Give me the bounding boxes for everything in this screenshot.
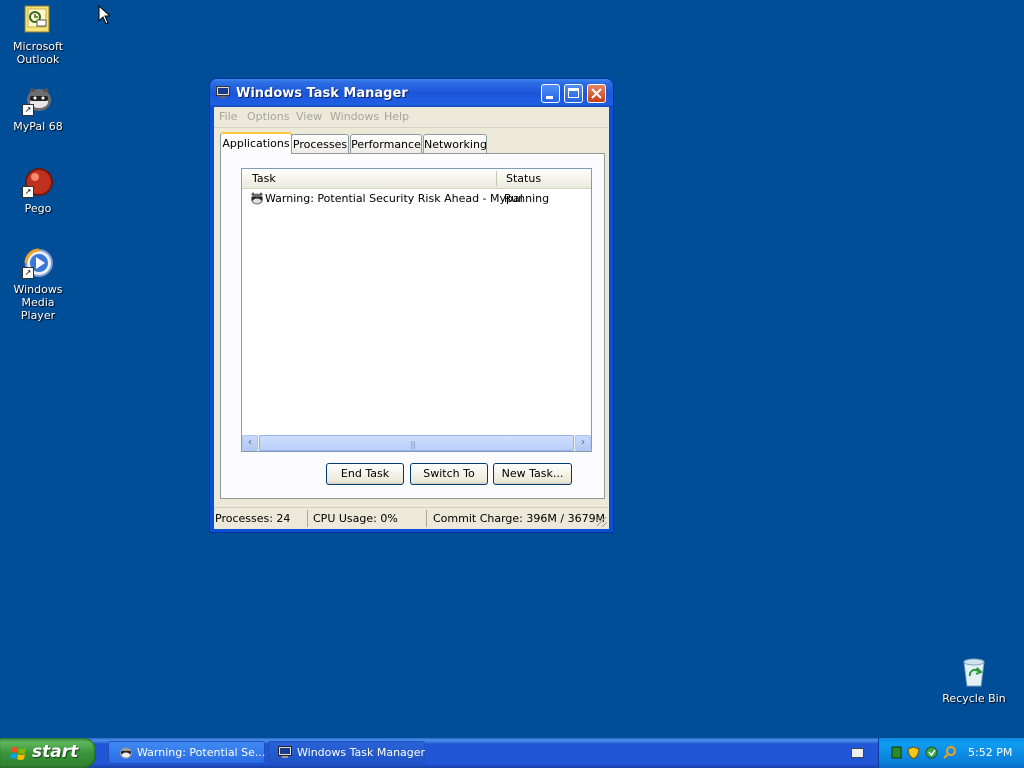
taskbar-button-mypal[interactable]: Warning: Potential Se... xyxy=(108,741,265,764)
desktop-icon-label: Outlook xyxy=(16,53,60,66)
grip-icon: ||| xyxy=(410,440,416,449)
column-header-status[interactable]: Status xyxy=(506,172,541,185)
taskbar-button-task-manager[interactable]: Windows Task Manager xyxy=(268,741,425,764)
desktop-icon-outlook[interactable]: Microsoft Outlook xyxy=(0,4,78,66)
column-separator[interactable] xyxy=(496,171,497,186)
chevron-right-icon: › xyxy=(581,437,585,448)
shortcut-arrow-icon: ↗ xyxy=(22,267,34,279)
list-header: Task Status xyxy=(242,169,591,189)
taskbar-button-label: Warning: Potential Se... xyxy=(137,746,265,759)
windows-media-player-icon: ↗ xyxy=(22,247,54,279)
menu-view[interactable]: View xyxy=(296,110,322,123)
desktop-icon-mypal[interactable]: ↗ MyPal 68 xyxy=(0,84,78,133)
status-processes: Processes: 24 xyxy=(215,512,291,525)
security-shield-icon[interactable] xyxy=(907,746,920,760)
status-divider xyxy=(307,510,308,527)
language-bar-keyboard-icon[interactable] xyxy=(851,748,864,758)
chevron-left-icon: ‹ xyxy=(248,437,252,448)
status-divider xyxy=(426,510,427,527)
menu-help[interactable]: Help xyxy=(384,110,409,123)
maximize-button[interactable] xyxy=(564,84,583,103)
desktop-icon-recycle-bin[interactable]: Recycle Bin xyxy=(934,656,1014,705)
window-title: Windows Task Manager xyxy=(236,86,408,101)
outlook-icon xyxy=(22,4,54,36)
tab-applications[interactable]: Applications xyxy=(220,132,292,154)
status-commit-charge: Commit Charge: 396M / 3679M xyxy=(433,512,606,525)
status-cpu-usage: CPU Usage: 0% xyxy=(313,512,398,525)
window-client-area: File Options View Windows Help Applicati… xyxy=(214,107,609,529)
scrollbar-thumb[interactable]: ||| xyxy=(259,435,574,451)
mypal-raccoon-icon xyxy=(248,191,264,209)
column-header-task[interactable]: Task xyxy=(252,172,276,185)
title-bar[interactable]: Windows Task Manager xyxy=(210,79,613,107)
windows-logo-icon xyxy=(10,745,26,761)
task-status: Running xyxy=(504,192,550,205)
applications-panel: Task Status Warning: Potential Security … xyxy=(220,153,605,499)
mypal-raccoon-icon: ↗ xyxy=(22,84,54,116)
task-name: Warning: Potential Security Risk Ahead -… xyxy=(265,192,523,205)
recycle-bin-icon xyxy=(958,656,990,688)
start-button[interactable]: start xyxy=(0,738,96,768)
update-icon[interactable] xyxy=(925,746,938,759)
minimize-icon xyxy=(546,96,553,99)
menu-options[interactable]: Options xyxy=(247,110,289,123)
task-manager-window[interactable]: Windows Task Manager File Options View W… xyxy=(210,79,613,532)
desktop-icon-windows-media-player[interactable]: ↗ Windows Media Player xyxy=(0,247,78,322)
menu-bar: File Options View Windows Help xyxy=(214,107,609,128)
new-task-button[interactable]: New Task... xyxy=(493,463,572,485)
tab-networking[interactable]: Networking xyxy=(423,134,487,153)
shortcut-arrow-icon: ↗ xyxy=(22,186,34,198)
desktop-icon-label: Recycle Bin xyxy=(942,692,1006,705)
mypal-raccoon-icon xyxy=(117,745,133,760)
clock[interactable]: 5:52 PM xyxy=(968,746,1012,759)
task-manager-icon xyxy=(216,86,230,99)
desktop-icon-label: Player xyxy=(20,309,56,322)
resize-grip[interactable] xyxy=(597,517,607,527)
tab-performance[interactable]: Performance xyxy=(350,134,422,153)
network-icon[interactable] xyxy=(890,746,903,759)
tab-processes[interactable]: Processes xyxy=(291,134,349,153)
shortcut-arrow-icon: ↗ xyxy=(22,104,34,116)
desktop-icon-label: MyPal 68 xyxy=(13,120,63,133)
scroll-right-button[interactable]: › xyxy=(575,435,591,451)
system-tray: 5:52 PM xyxy=(878,738,1024,768)
status-bar: Processes: 24 CPU Usage: 0% Commit Charg… xyxy=(214,507,609,529)
pego-icon: ↗ xyxy=(22,166,54,198)
taskbar: start Warning: Potential Se... Windows T… xyxy=(0,738,1024,768)
scroll-left-button[interactable]: ‹ xyxy=(242,435,258,451)
maximize-icon xyxy=(568,88,579,98)
close-button[interactable] xyxy=(587,84,606,103)
start-label: start xyxy=(32,742,79,762)
minimize-button[interactable] xyxy=(541,84,560,103)
menu-file[interactable]: File xyxy=(219,110,237,123)
menu-windows[interactable]: Windows xyxy=(330,110,379,123)
end-task-button[interactable]: End Task xyxy=(326,463,404,485)
desktop-icon-label: Microsoft xyxy=(12,40,64,53)
desktop-icon-pego[interactable]: ↗ Pego xyxy=(0,166,78,215)
switch-to-button[interactable]: Switch To xyxy=(410,463,488,485)
taskbar-button-label: Windows Task Manager xyxy=(297,746,425,759)
horizontal-scrollbar[interactable]: ‹ ||| › xyxy=(242,435,591,451)
table-row[interactable]: Warning: Potential Security Risk Ahead -… xyxy=(242,190,591,207)
close-icon xyxy=(591,88,602,99)
desktop-icon-label: Pego xyxy=(24,202,52,215)
desktop-icon-label: Windows Media xyxy=(13,283,63,309)
task-manager-icon xyxy=(277,745,293,760)
task-list[interactable]: Task Status Warning: Potential Security … xyxy=(241,168,592,452)
mouse-cursor-icon xyxy=(98,4,112,28)
search-icon[interactable] xyxy=(943,746,956,759)
